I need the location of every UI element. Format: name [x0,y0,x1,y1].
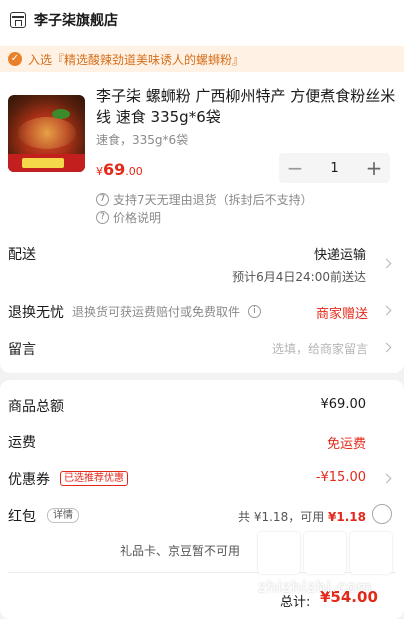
award-icon: ✓ [8,52,22,66]
return-policy-text: 支持7天无理由退货（拆封后不支持） [113,193,313,207]
promo-text: 入选『精选酸辣劲道美味诱人的螺蛳粉』 [28,52,245,67]
quantity-stepper: − 1 + [279,153,390,183]
redpack-radio[interactable] [372,504,392,524]
redpack-info: 共 ¥1.18，可用 ¥1.18 [238,508,366,525]
product-price: ¥69.00 [96,160,143,179]
watermark: zhizhizhi.com [258,532,398,612]
goods-total-label: 商品总额 [8,399,64,415]
returns-desc: 退换货可获运费赔付或免费取件 i [72,303,262,320]
goods-total-value: ¥69.00 [320,397,367,412]
promo-banner[interactable]: ✓ 入选『精选酸辣劲道美味诱人的螺蛳粉』 [0,46,404,72]
redpack-label: 红包 [8,509,36,525]
quantity-value[interactable]: 1 [311,161,358,176]
redpack-available: ¥1.18 [328,510,366,524]
thumbnail-bowl [18,117,76,149]
shipping-eta[interactable]: 预计6月4日24:00前送达 [232,268,366,285]
freight-label: 运费 [8,435,36,451]
decrease-button[interactable]: − [279,153,311,183]
redpack-details-button[interactable]: 详情 [47,508,79,523]
store-name[interactable]: 李子柒旗舰店 [34,10,118,30]
coupon-value[interactable]: -¥15.00 [316,470,366,485]
increase-button[interactable]: + [358,153,390,183]
shipping-label: 配送 [8,247,36,263]
watermark-glyph [258,532,300,574]
price-explanation-text: 价格说明 [113,211,162,225]
returns-label: 退换无忧 [8,305,64,321]
product-thumbnail[interactable] [8,95,85,172]
message-input[interactable]: 选填，给商家留言 [272,340,368,357]
returns-desc-text: 退换货可获运费赔付或免费取件 [72,305,241,319]
shipping-method[interactable]: 快递运输 [314,244,366,263]
redpack-total: 共 ¥1.18，可用 [238,510,325,524]
price-currency: ¥ [96,165,103,178]
price-integer: 69 [103,160,126,179]
watermark-logo [258,532,398,574]
question-icon: ? [96,211,109,224]
store-icon [10,12,26,28]
return-policy[interactable]: 7 支持7天无理由退货（拆封后不支持） [96,191,313,208]
info-icon[interactable]: i [248,305,262,318]
coupon-label: 优惠券 [8,472,50,488]
store-header[interactable]: 李子柒旗舰店 [10,10,118,30]
coupon-badge: 已选推荐优惠 [60,471,128,486]
product-spec[interactable]: 速食，335g*6袋 [96,131,188,148]
product-title[interactable]: 李子柒 螺蛳粉 广西柳州特产 方便煮食粉丝米线 速食 335g*6袋 [96,86,396,128]
watermark-text: zhizhizhi.com [258,578,373,596]
thumbnail-tag [22,158,64,168]
watermark-glyph [350,532,392,574]
freight-value: 免运费 [326,437,366,452]
price-decimal: .00 [125,165,143,178]
watermark-glyph [304,532,346,574]
giftcard-note: 礼品卡、京豆暂不可用 [120,544,241,558]
thumbnail-vegetable [52,109,70,119]
seven-day-icon: 7 [96,193,109,206]
price-explanation[interactable]: ? 价格说明 [96,209,161,226]
message-label: 留言 [8,342,36,358]
returns-value[interactable]: 商家赠送 [316,303,368,322]
